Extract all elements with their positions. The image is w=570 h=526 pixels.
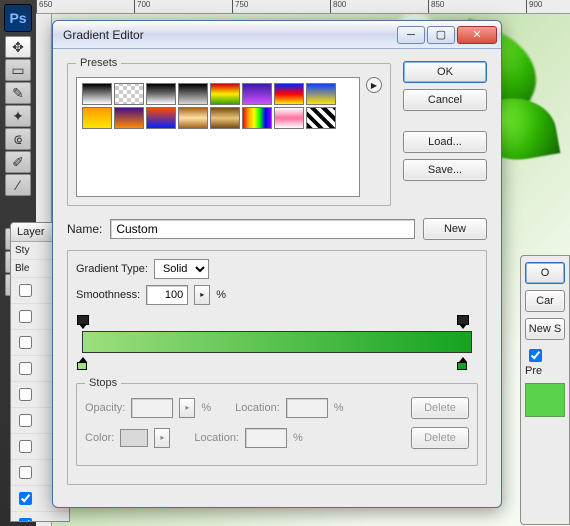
style-checkbox[interactable] xyxy=(19,518,32,522)
smoothness-stepper[interactable]: ▸ xyxy=(194,285,210,305)
preview-checkbox[interactable] xyxy=(529,349,542,362)
preset-thumb[interactable] xyxy=(210,107,240,129)
presets-menu-icon[interactable]: ▶ xyxy=(366,77,382,93)
maximize-button[interactable]: ▢ xyxy=(427,26,455,44)
preview-swatch xyxy=(525,383,565,417)
tool-wand[interactable]: ✦ xyxy=(5,105,31,127)
color-label: Color: xyxy=(85,432,114,444)
preset-thumb[interactable] xyxy=(178,83,208,105)
tool-brush[interactable]: ⁄ xyxy=(5,174,31,196)
percent-sign: % xyxy=(216,289,226,301)
style-checkbox[interactable] xyxy=(19,284,32,297)
opacity-stepper: ▸ xyxy=(179,398,195,418)
percent-sign: % xyxy=(334,402,344,414)
delete-opacity-stop-button: Delete xyxy=(411,397,469,419)
delete-color-stop-button: Delete xyxy=(411,427,469,449)
style-checkbox[interactable] xyxy=(19,440,32,453)
right-dialog-fragment: O Car New S Pre xyxy=(520,255,570,525)
close-button[interactable]: ✕ xyxy=(457,26,497,44)
new-style-button-fragment[interactable]: New S xyxy=(525,318,565,340)
preset-thumb[interactable] xyxy=(178,107,208,129)
color-picker-arrow: ▸ xyxy=(154,428,170,448)
ok-button-fragment[interactable]: O xyxy=(525,262,565,284)
preset-thumb[interactable] xyxy=(306,83,336,105)
presets-label: Presets xyxy=(76,57,121,69)
cancel-button-fragment[interactable]: Car xyxy=(525,290,565,312)
preset-thumb[interactable] xyxy=(274,83,304,105)
tool-eyedropper[interactable]: ✐ xyxy=(5,151,31,173)
dialog-title: Gradient Editor xyxy=(63,28,395,42)
preset-thumb[interactable] xyxy=(146,107,176,129)
opacity-stop[interactable] xyxy=(76,315,88,329)
style-checkbox[interactable] xyxy=(19,466,32,479)
gradient-bar[interactable] xyxy=(82,331,472,353)
cancel-button[interactable]: Cancel xyxy=(403,89,487,111)
tool-move[interactable]: ✥ xyxy=(5,36,31,58)
preset-thumb[interactable] xyxy=(242,83,272,105)
gradient-type-select[interactable]: Solid xyxy=(154,259,209,279)
minimize-button[interactable]: ─ xyxy=(397,26,425,44)
percent-sign: % xyxy=(201,402,211,414)
percent-sign: % xyxy=(293,432,303,444)
tool-crop[interactable]: ⟃ xyxy=(5,128,31,150)
style-checkbox[interactable] xyxy=(19,362,32,375)
ruler-mark: 900 xyxy=(526,0,570,14)
stops-group: Stops Opacity: ▸ % Location: % Delete Co… xyxy=(76,377,478,466)
gradient-settings-group: Gradient Type: Solid Smoothness: ▸ % Sto… xyxy=(67,250,487,485)
stops-label: Stops xyxy=(85,377,121,389)
gradient-editor-dialog: Gradient Editor ─ ▢ ✕ Presets ▶ OK Cance… xyxy=(52,20,502,508)
tool-marquee[interactable]: ▭ xyxy=(5,59,31,81)
location-label: Location: xyxy=(194,432,239,444)
opacity-location-input xyxy=(286,398,328,418)
list-item[interactable] xyxy=(11,512,69,522)
ruler-horizontal: 650700750800850900950100010501100 xyxy=(36,0,570,14)
gradient-type-label: Gradient Type: xyxy=(76,263,148,275)
color-stop[interactable] xyxy=(76,357,88,371)
style-checkbox[interactable] xyxy=(19,310,32,323)
preset-thumb[interactable] xyxy=(242,107,272,129)
ruler-mark: 800 xyxy=(330,0,428,14)
opacity-stop[interactable] xyxy=(456,315,468,329)
preset-thumb[interactable] xyxy=(82,107,112,129)
save-button[interactable]: Save... xyxy=(403,159,487,181)
gradient-ramp-editor[interactable] xyxy=(76,315,478,371)
preset-thumb[interactable] xyxy=(114,83,144,105)
titlebar[interactable]: Gradient Editor ─ ▢ ✕ xyxy=(53,21,501,49)
smoothness-input[interactable] xyxy=(146,285,188,305)
load-button[interactable]: Load... xyxy=(403,131,487,153)
style-checkbox[interactable] xyxy=(19,336,32,349)
new-button[interactable]: New xyxy=(423,218,487,240)
preset-thumb[interactable] xyxy=(274,107,304,129)
opacity-input xyxy=(131,398,173,418)
smoothness-label: Smoothness: xyxy=(76,289,140,301)
ok-button[interactable]: OK xyxy=(403,61,487,83)
name-input[interactable] xyxy=(110,219,415,239)
preset-thumb[interactable] xyxy=(210,83,240,105)
style-checkbox[interactable] xyxy=(19,414,32,427)
style-checkbox[interactable] xyxy=(19,492,32,505)
style-checkbox[interactable] xyxy=(19,388,32,401)
preview-checkbox-fragment[interactable]: Pre xyxy=(525,346,565,377)
preset-thumb[interactable] xyxy=(306,107,336,129)
name-label: Name: xyxy=(67,222,102,236)
color-stop[interactable] xyxy=(456,357,468,371)
color-location-input xyxy=(245,428,287,448)
stop-color-swatch xyxy=(120,429,148,447)
ruler-mark: 750 xyxy=(232,0,330,14)
presets-list[interactable] xyxy=(76,77,360,197)
ruler-mark: 700 xyxy=(134,0,232,14)
tool-lasso[interactable]: ✎ xyxy=(5,82,31,104)
preset-thumb[interactable] xyxy=(114,107,144,129)
preset-thumb[interactable] xyxy=(146,83,176,105)
opacity-label: Opacity: xyxy=(85,402,125,414)
ruler-mark: 650 xyxy=(36,0,134,14)
location-label: Location: xyxy=(235,402,280,414)
presets-group: Presets ▶ xyxy=(67,57,391,206)
preset-thumb[interactable] xyxy=(82,83,112,105)
ruler-mark: 850 xyxy=(428,0,526,14)
app-logo: Ps xyxy=(4,4,32,32)
